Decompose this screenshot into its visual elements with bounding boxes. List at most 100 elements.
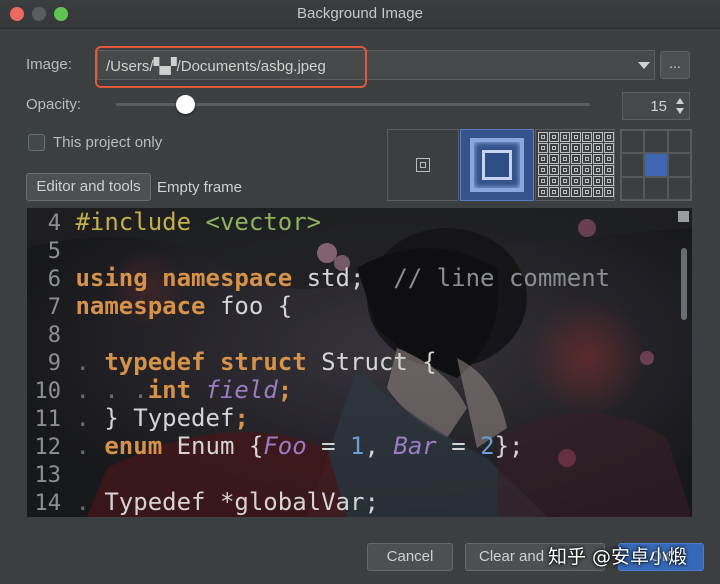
fill-tile-option[interactable] — [535, 129, 615, 201]
code-token: ; — [234, 404, 249, 432]
line-number: 9 — [47, 351, 61, 376]
opacity-spinner[interactable]: 15 — [622, 92, 690, 120]
tile-pattern-cell — [604, 176, 614, 186]
code-line: 6 using namespace std; // line comment — [27, 264, 610, 292]
tile-pattern-cell — [549, 132, 559, 142]
code-token: int — [147, 376, 192, 404]
anchor-top-left[interactable] — [621, 130, 645, 154]
anchor-bottom-center[interactable] — [644, 176, 668, 200]
scroll-corner — [678, 211, 689, 222]
opacity-label: Opacity: — [26, 96, 82, 113]
line-number: 14 — [34, 491, 62, 516]
code-token: Enum { — [162, 432, 264, 460]
tile-pattern-cell — [593, 154, 603, 164]
editor-preview: 4 #include <vector> 5 6 using namespace … — [27, 208, 692, 517]
code-token: Typedef *globalVar; — [104, 488, 379, 516]
tile-pattern-cell — [593, 132, 603, 142]
tile-pattern-cell — [571, 132, 581, 142]
tile-pattern-cell — [582, 187, 592, 197]
browse-button[interactable]: ... — [660, 51, 690, 79]
tab-editor-and-tools[interactable]: Editor and tools — [26, 173, 151, 201]
tile-pattern-cell — [582, 132, 592, 142]
tile-pattern-cell — [593, 176, 603, 186]
tile-pattern-cell — [571, 154, 581, 164]
line-number: 8 — [47, 323, 61, 348]
tile-pattern-cell — [560, 176, 570, 186]
project-only-label[interactable]: This project only — [53, 134, 162, 151]
cancel-button[interactable]: Cancel — [367, 543, 453, 571]
tile-pattern-cell — [571, 187, 581, 197]
tile-pattern-cell — [560, 143, 570, 153]
code-line: 11 . } Typedef; — [27, 404, 249, 432]
code-token: 1 — [350, 432, 365, 460]
fill-center-option[interactable] — [387, 129, 459, 201]
line-number: 6 — [47, 267, 61, 292]
tile-pattern-cell — [604, 132, 614, 142]
code-token: typedef — [104, 348, 206, 376]
code-token: using — [75, 264, 148, 292]
code-token: 2 — [480, 432, 495, 460]
code-token: Struct { — [306, 348, 437, 376]
decrement-icon[interactable] — [676, 108, 684, 114]
window-title: Background Image — [297, 5, 423, 22]
tile-pattern-cell — [538, 165, 548, 175]
line-number: 13 — [34, 463, 62, 488]
fill-scale-option[interactable] — [460, 129, 534, 201]
code-token: }; — [494, 432, 524, 460]
code-line: 7 namespace foo { — [27, 292, 292, 320]
anchor-grid[interactable] — [620, 129, 692, 201]
scrollbar-thumb[interactable] — [681, 248, 687, 320]
code-token: ; — [277, 376, 293, 404]
code-line: 10 . . .int field; — [27, 376, 293, 404]
code-token: foo { — [205, 292, 293, 320]
center-icon — [416, 158, 430, 172]
opacity-value[interactable]: 15 — [650, 98, 667, 115]
anchor-bottom-right[interactable] — [667, 176, 691, 200]
code-token: struct — [205, 348, 307, 376]
code-token: namespace — [147, 264, 293, 292]
tile-pattern-cell — [538, 176, 548, 186]
anchor-bottom-left[interactable] — [621, 176, 645, 200]
code-line: 8 — [27, 320, 61, 348]
tab-empty-frame[interactable]: Empty frame — [157, 179, 242, 196]
code-token: } Typedef — [104, 404, 235, 432]
line-number: 11 — [34, 407, 62, 432]
increment-icon[interactable] — [676, 98, 684, 104]
tile-pattern-cell — [604, 165, 614, 175]
code-line: 9 . typedef struct Struct { — [27, 348, 437, 376]
project-only-checkbox[interactable] — [28, 134, 45, 151]
tile-pattern-cell — [538, 132, 548, 142]
tile-pattern-cell — [571, 176, 581, 186]
code-token: , — [364, 432, 394, 460]
image-label: Image: — [26, 56, 72, 73]
anchor-middle-left[interactable] — [621, 153, 645, 177]
code-token: std; — [292, 264, 365, 292]
tile-pattern-cell — [571, 143, 581, 153]
background-image-dialog: Background Image Image: /Users/▚▞/Docume… — [0, 0, 720, 584]
anchor-center[interactable] — [644, 153, 668, 177]
tile-pattern-cell — [549, 143, 559, 153]
code-token: <vector> — [191, 208, 322, 236]
tile-pattern-cell — [549, 176, 559, 186]
chevron-down-icon[interactable] — [630, 50, 656, 80]
line-number: 10 — [34, 379, 62, 404]
line-number: 7 — [47, 295, 61, 320]
annotation-highlight-box — [95, 46, 367, 88]
anchor-top-center[interactable] — [644, 130, 668, 154]
opacity-slider-thumb[interactable] — [176, 95, 195, 114]
tile-icon — [536, 130, 614, 200]
tile-pattern-cell — [604, 143, 614, 153]
tile-pattern-cell — [593, 165, 603, 175]
code-line: 4 #include <vector> — [27, 208, 321, 236]
tile-pattern-cell — [582, 176, 592, 186]
tile-pattern-cell — [560, 165, 570, 175]
code-token: = — [306, 432, 351, 460]
code-token: field — [191, 376, 278, 404]
tile-pattern-cell — [582, 165, 592, 175]
anchor-top-right[interactable] — [667, 130, 691, 154]
tile-pattern-cell — [582, 154, 592, 164]
code-line: 5 — [27, 236, 61, 264]
tile-pattern-cell — [604, 154, 614, 164]
anchor-middle-right[interactable] — [667, 153, 691, 177]
code-token: namespace — [75, 292, 206, 320]
